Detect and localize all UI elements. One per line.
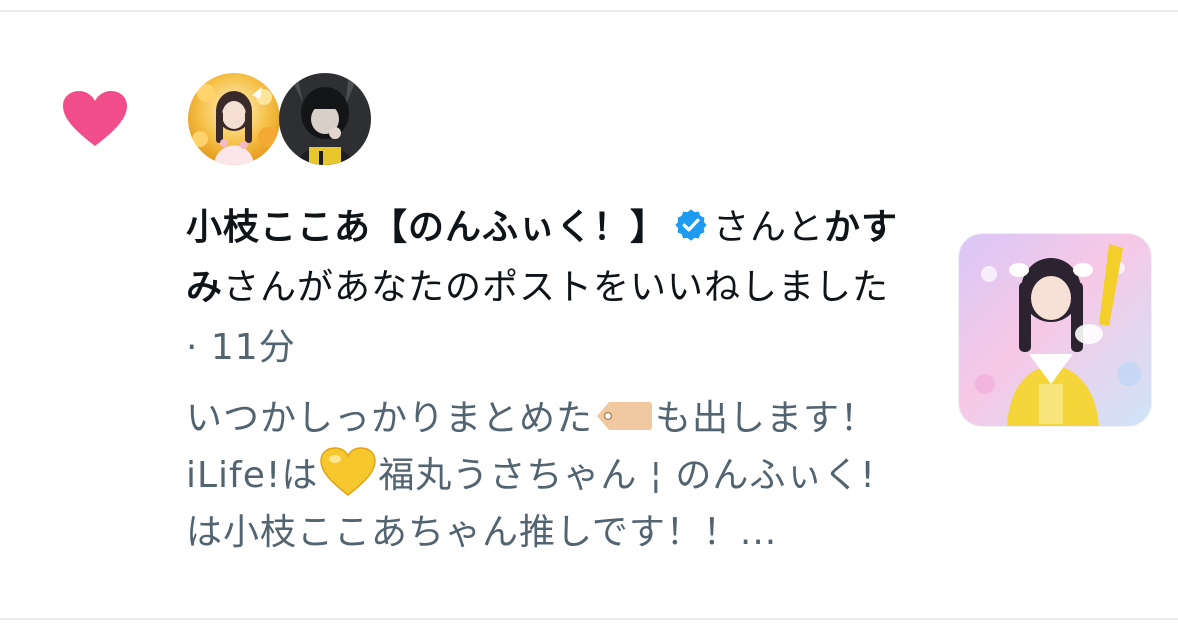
label-tag-icon: [597, 402, 653, 430]
notification-headline: 小枝ここあ【のんふぃく！】 さんとかすみさんがあなたのポストをいいねしました · …: [186, 198, 906, 378]
timestamp: 11分: [210, 327, 296, 368]
notification-content: 小枝ここあ【のんふぃく！】 さんとかすみさんがあなたのポストをいいねしました · …: [186, 198, 906, 561]
post-text-part1: いつかしっかりまとめた: [186, 398, 594, 439]
verified-badge-icon: [675, 209, 707, 241]
heart-icon: [63, 91, 127, 146]
post-text-part3: iLife!は: [186, 455, 319, 496]
separator: ·: [186, 327, 211, 368]
action-text: さんがあなたのポストをいいねしました: [223, 267, 890, 308]
post-preview[interactable]: いつかしっかりまとめた も出します！ iLife!は 福丸うさちゃん ¦ のんふぃく!…: [186, 390, 906, 561]
bottom-divider: [0, 618, 1178, 620]
like-notification[interactable]: 小枝ここあ【のんふぃく！】 さんとかすみさんがあなたのポストをいいねしました · …: [0, 12, 1178, 618]
user-name-1[interactable]: 小枝ここあ【のんふぃく！】: [186, 207, 667, 248]
avatar[interactable]: [188, 73, 280, 165]
post-image-thumbnail[interactable]: [958, 233, 1152, 427]
post-text-part2: も出します！: [655, 398, 878, 439]
yellow-heart-icon: [320, 447, 377, 496]
avatar[interactable]: [279, 73, 371, 165]
connector-text: さんと: [713, 207, 825, 248]
